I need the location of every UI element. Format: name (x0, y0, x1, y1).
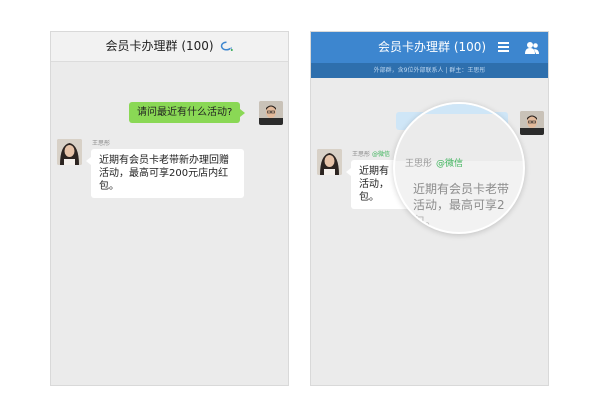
lens-message-line: 近期有会员卡老带 (413, 182, 510, 196)
my-avatar[interactable] (259, 101, 283, 125)
external-group-icon (221, 41, 234, 51)
my-avatar[interactable] (520, 111, 544, 135)
incoming-message-line: 包。 (99, 181, 119, 192)
group-info-bar: 外部群，含9位外部联系人 | 群主：王思彤 (311, 63, 548, 78)
man-avatar-image (520, 111, 544, 135)
sender-name: 王思彤 (352, 151, 371, 158)
incoming-message-line: 活动，最高可享200元店内红 (99, 168, 229, 179)
magnifier-lens: 王思彤 @微信 近期有会员卡老带 活动，最高可享2 包。 (393, 102, 525, 234)
outgoing-message-text: 请问最近有什么活动? (137, 107, 233, 118)
lens-message-line: 活动，最高可享2 (413, 198, 505, 212)
wechat-tag: @微信 (371, 151, 390, 158)
phone-screen-plain: 会员卡办理群 (100) 请问最近有什么活动? 王思彤 近期有会员卡老带新办理回… (50, 31, 289, 386)
chat-header: 会员卡办理群 (100) (51, 32, 288, 62)
lens-message-text: 近期有会员卡老带 活动，最高可享2 包。 (413, 181, 509, 229)
lens-message-line: 包。 (413, 214, 438, 228)
sender-name-row: 王思彤 @微信 (352, 149, 390, 158)
woman-avatar-image (57, 139, 82, 165)
group-title: 会员卡办理群 (100) (105, 39, 214, 53)
sender-name: 王思彤 (92, 140, 111, 147)
group-title: 会员卡办理群 (100) (378, 40, 487, 54)
menu-icon[interactable] (498, 42, 509, 52)
sender-avatar[interactable] (57, 139, 82, 165)
lens-bubble-edge (395, 104, 523, 114)
lens-wechat-tag: @微信 (436, 159, 464, 169)
outgoing-message-bubble[interactable]: 请问最近有什么活动? (129, 102, 246, 123)
chat-header: 会员卡办理群 (100) (311, 32, 548, 63)
woman-avatar-image (317, 149, 342, 175)
sender-avatar[interactable] (317, 149, 342, 175)
group-info-text: 外部群，含9位外部联系人 | 群主：王思彤 (373, 67, 486, 74)
man-avatar-image (259, 101, 283, 125)
incoming-message-bubble[interactable]: 近期有会员卡老带新办理回赠 活动，最高可享200元店内红 包。 (86, 149, 244, 198)
lens-sender-name: 王思彤 (405, 159, 433, 169)
phone-screen-enterprise: 会员卡办理群 (100) 外部群，含9位外部联系人 | 群主：王思彤 王思彤 @… (310, 31, 549, 386)
lens-sender-row: 王思彤 @微信 (405, 156, 463, 169)
incoming-message-line: 近期有会员卡老带新办理回赠 (99, 155, 229, 166)
group-members-icon[interactable] (525, 41, 539, 54)
